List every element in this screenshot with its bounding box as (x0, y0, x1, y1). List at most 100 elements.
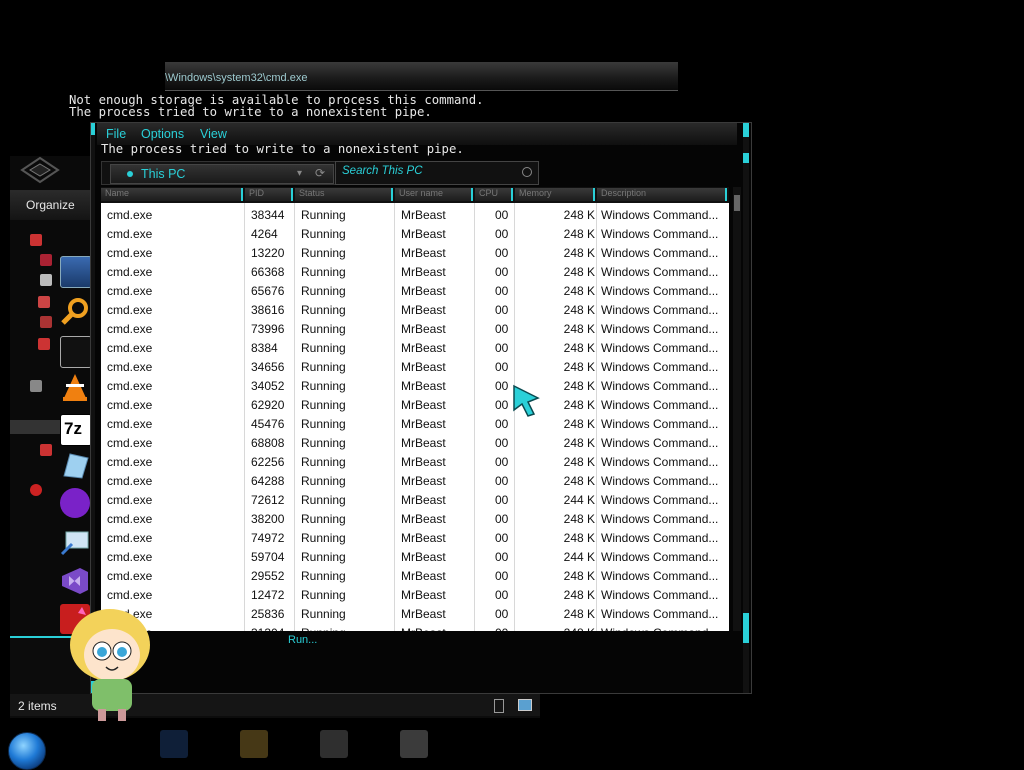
search-icon[interactable] (522, 167, 532, 177)
remote-desktop-icon[interactable] (60, 528, 90, 558)
taskbar-app-icon[interactable] (160, 730, 188, 758)
start-button[interactable] (8, 732, 46, 770)
column-header-status[interactable]: Status (295, 188, 393, 201)
cell-description: Windows Command... (601, 398, 719, 412)
table-row[interactable]: cmd.exe 38200 Running MrBeast 00 248 K Windows… (101, 510, 729, 529)
table-row[interactable]: cmd.exe 34656 Running MrBeast 00 248 K Windows… (101, 358, 729, 377)
cell-pid: 34052 (251, 379, 285, 393)
column-header-description[interactable]: Description (597, 188, 727, 201)
cell-name: cmd.exe (107, 246, 153, 260)
cell-description: Windows Command... (601, 569, 719, 583)
refresh-icon[interactable]: ⟳ (315, 166, 325, 180)
menu-file[interactable]: File (106, 127, 126, 141)
cell-pid: 31304 (251, 626, 284, 631)
column-header-cpu[interactable]: CPU (475, 188, 513, 201)
table-row[interactable]: cmd.exe 59704 Running MrBeast 00 244 K Windows… (101, 548, 729, 567)
table-row[interactable]: cmd.exe 29552 Running MrBeast 00 248 K Windows… (101, 567, 729, 586)
large-icons-view-icon[interactable] (518, 699, 532, 711)
cell-name: cmd.exe (107, 436, 153, 450)
window-border-right[interactable] (743, 123, 749, 693)
mouse-cursor-icon (513, 384, 540, 417)
table-row[interactable]: cmd.exe25836RunningMrBeast00248 KWindows… (101, 605, 729, 624)
mask-app-icon[interactable] (60, 488, 90, 518)
column-header-user[interactable]: User name (395, 188, 473, 201)
cell-cpu: 00 (495, 246, 509, 260)
cell-memory: 248 K (563, 607, 595, 621)
table-row[interactable]: cmd.exe 4264 Running MrBeast 00 248 K Windows … (101, 225, 729, 244)
column-header-memory[interactable]: Memory (515, 188, 595, 201)
cell-cpu: 00 (495, 379, 509, 393)
small-app-icon[interactable] (30, 484, 42, 496)
nav-selected-item[interactable] (10, 420, 60, 434)
vertical-scrollbar[interactable] (733, 187, 741, 631)
search-magnifier-icon[interactable] (60, 296, 90, 326)
table-row[interactable]: cmd.exe 13220 Running MrBeast 00 248 K Windows… (101, 244, 729, 263)
table-row[interactable]: cmd.exe 73996 Running MrBeast 00 248 K Windows… (101, 320, 729, 339)
cell-name: cmd.exe (107, 208, 153, 222)
console-icon[interactable] (60, 336, 92, 368)
cell-memory: 248 K (563, 322, 595, 336)
column-header-pid[interactable]: PID (245, 188, 293, 201)
table-row[interactable]: cmd.exe 65676 Running MrBeast 00 248 K Windows… (101, 282, 729, 301)
cell-description: Windows Command... (601, 303, 719, 317)
small-app-icon[interactable] (30, 380, 42, 392)
table-row[interactable]: cmd.exe 12472 Running MrBeast 00 248 K Windows… (101, 586, 729, 605)
table-row[interactable]: cmd.exe 66368 Running MrBeast 00 248 K Windows… (101, 263, 729, 282)
small-app-icon[interactable] (38, 338, 50, 350)
taskbar-app-icon[interactable] (240, 730, 268, 758)
table-row[interactable]: cmd.exe 62256 Running MrBeast 00 248 K Windows… (101, 453, 729, 472)
menu-options[interactable]: Options (141, 127, 184, 141)
table-row[interactable]: cmd.exe 8384 Running MrBeast 00 248 K Windows … (101, 339, 729, 358)
run-label[interactable]: Run... (288, 634, 317, 646)
scrollbar-thumb[interactable] (734, 195, 740, 211)
cell-cpu: 00 (495, 360, 509, 374)
search-box[interactable]: Search This PC (335, 161, 539, 185)
table-row[interactable]: cmd.exe 74972 Running MrBeast 00 248 K Windows… (101, 529, 729, 548)
cell-description: Windows Command... (601, 246, 719, 260)
notepad-icon[interactable] (60, 450, 90, 480)
small-app-icon[interactable] (38, 296, 50, 308)
cell-cpu: 00 (495, 417, 509, 431)
cell-description: Windows Command... (601, 208, 719, 222)
cell-name: cmd.exe (107, 588, 153, 602)
small-app-icon[interactable] (40, 254, 52, 266)
cell-memory: 248 K (563, 474, 595, 488)
small-app-icon[interactable] (40, 316, 52, 328)
taskbar-app-icon[interactable] (320, 730, 348, 758)
cell-user: MrBeast (401, 436, 446, 450)
small-app-icon[interactable] (40, 444, 52, 456)
taskbar-app-icon[interactable] (400, 730, 428, 758)
small-app-icon[interactable] (30, 234, 42, 246)
table-row[interactable]: cmd.exe 38616 Running MrBeast 00 248 K Windows… (101, 301, 729, 320)
table-row[interactable]: cmd.exe 62920 Running MrBeast 00 248 K Windows… (101, 396, 729, 415)
table-row[interactable]: cmd.exe 45476 Running MrBeast 00 248 K Windows… (101, 415, 729, 434)
breadcrumb-location[interactable]: This PC (141, 167, 185, 181)
cell-user: MrBeast (401, 512, 446, 526)
chevron-down-icon[interactable]: ▾ (297, 168, 302, 179)
breadcrumb[interactable]: This PC ▾ ⟳ (110, 164, 334, 184)
organize-button[interactable]: Organize (10, 190, 102, 220)
column-header-name[interactable]: Name (101, 188, 243, 201)
search-input[interactable]: Search This PC (342, 165, 423, 177)
table-row[interactable]: cmd.exe 34052 Running MrBeast 00 248 K Windows… (101, 377, 729, 396)
vlc-cone-icon[interactable] (60, 372, 90, 402)
visual-studio-icon[interactable] (60, 566, 90, 596)
table-row[interactable]: cmd.exe31304RunningMrBeast00248 KWindows… (101, 624, 729, 631)
7zip-icon[interactable]: 7z (60, 414, 92, 446)
cell-pid: 45476 (251, 417, 285, 431)
menu-view[interactable]: View (200, 127, 227, 141)
cell-user: MrBeast (401, 626, 446, 631)
table-row[interactable]: cmd.exe 68808 Running MrBeast 00 248 K Windows… (101, 434, 729, 453)
small-app-icon[interactable] (40, 274, 52, 286)
table-row[interactable]: cmd.exe 72612 Running MrBeast 00 244 K Windows… (101, 491, 729, 510)
cell-user: MrBeast (401, 322, 446, 336)
cell-description: Windows Command... (601, 379, 719, 393)
cmd-title-bar[interactable]: \Windows\system32\cmd.exe (165, 62, 678, 91)
cell-cpu: 00 (495, 474, 509, 488)
cell-status: Running (301, 588, 346, 602)
table-row[interactable]: cmd.exe 64288 Running MrBeast 00 248 K Windows… (101, 472, 729, 491)
table-row[interactable]: cmd.exe 38344 Running MrBeast 00 248 K Windows… (101, 206, 729, 225)
window-icon[interactable] (60, 256, 92, 288)
cell-pid: 29552 (251, 569, 285, 583)
details-view-icon[interactable] (494, 699, 504, 713)
